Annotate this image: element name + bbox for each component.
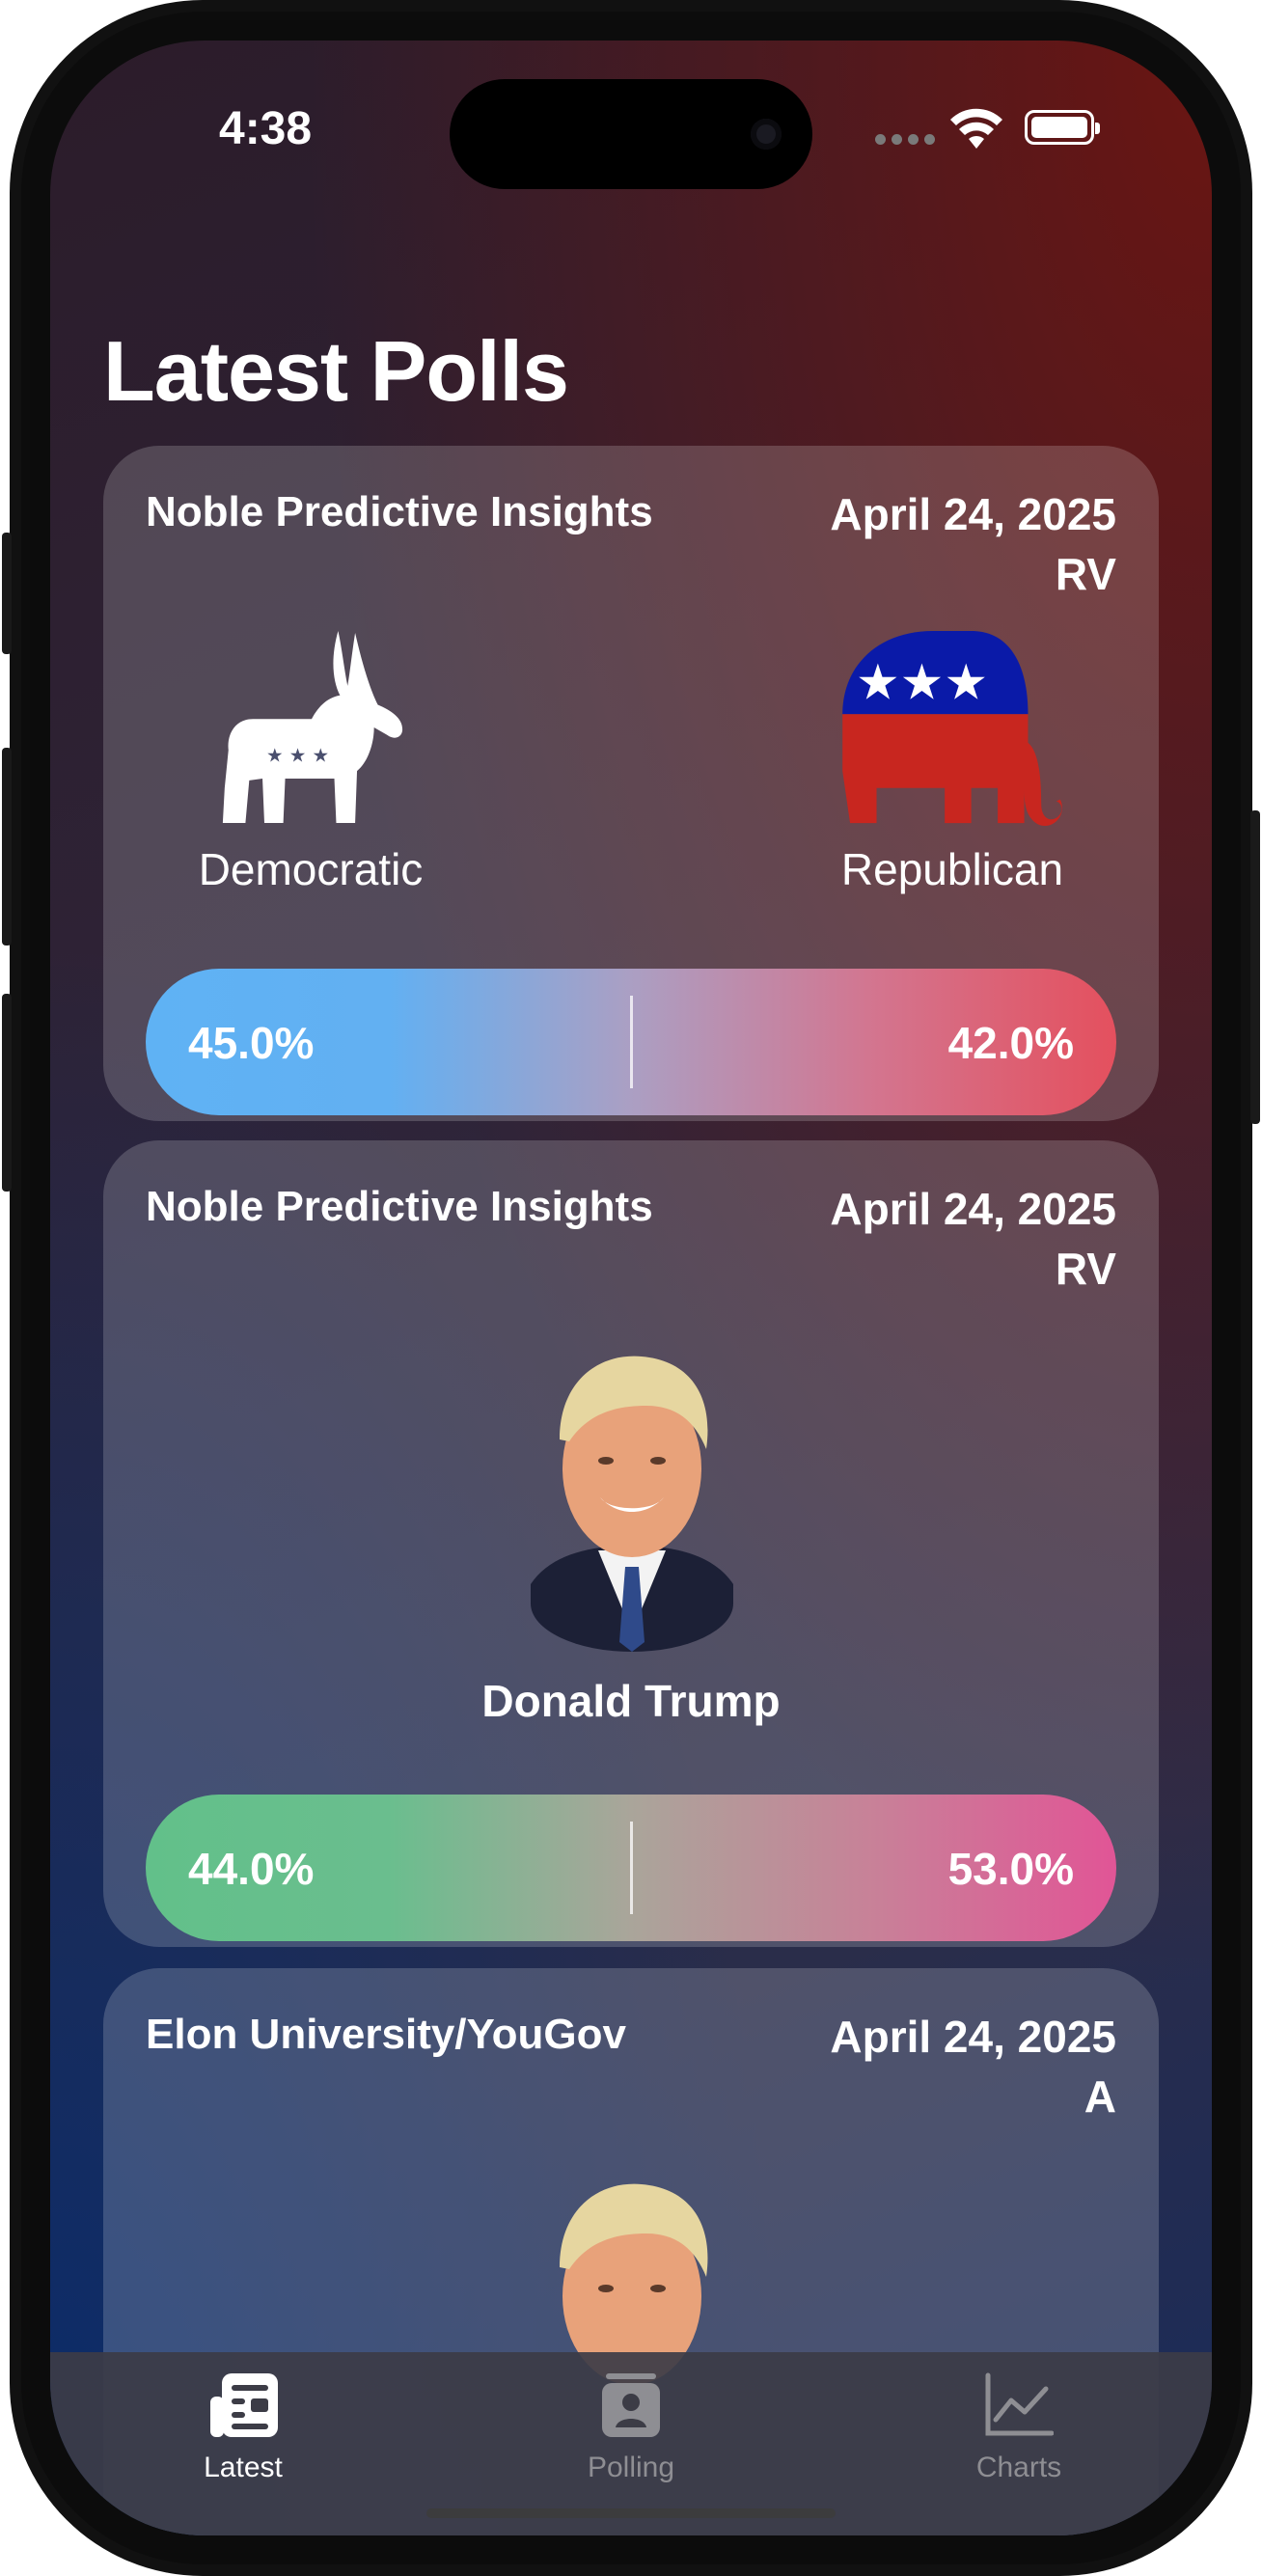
- power-button: [1250, 810, 1260, 1124]
- tab-label: Latest: [204, 2452, 283, 2483]
- person-badge-icon: [602, 2373, 660, 2437]
- left-party-label: Democratic: [198, 844, 424, 894]
- page-title: Latest Polls: [103, 323, 569, 419]
- pollster-name: Elon University/YouGov: [146, 2011, 626, 2058]
- dynamic-island: [450, 79, 812, 189]
- right-percentage: 42.0%: [947, 1018, 1074, 1068]
- newspaper-icon: [210, 2373, 278, 2437]
- right-party-label: Republican: [840, 844, 1064, 894]
- tab-bar: Latest Polling Charts: [50, 2352, 1212, 2535]
- poll-card[interactable]: Noble Predictive Insights April 24, 2025…: [103, 446, 1159, 1121]
- tab-latest[interactable]: Latest: [137, 2371, 349, 2484]
- candidate-name: Donald Trump: [481, 1676, 781, 1726]
- tab-label: Charts: [975, 2452, 1062, 2483]
- tab-charts[interactable]: Charts: [913, 2371, 1125, 2484]
- tab-label: Polling: [587, 2452, 675, 2483]
- poll-card[interactable]: Noble Predictive Insights April 24, 2025…: [103, 1140, 1159, 1947]
- line-chart-icon: [985, 2372, 1055, 2436]
- action-button: [2, 533, 12, 654]
- svg-text:★★★: ★★★: [856, 655, 988, 712]
- app-screen: 4:38 Latest Polls Noble Predictive Insig…: [50, 41, 1212, 2535]
- volume-down-button: [2, 994, 12, 1192]
- poll-population: RV: [1055, 1244, 1116, 1294]
- front-camera: [751, 119, 782, 150]
- candidate-portrait: [531, 1356, 733, 1652]
- wifi-icon: [950, 108, 1002, 149]
- cellular-signal-icon: [875, 134, 935, 145]
- democratic-donkey-icon: ★ ★ ★: [222, 631, 403, 823]
- poll-population: RV: [1055, 549, 1116, 599]
- poll-date: April 24, 2025: [830, 1184, 1116, 1234]
- poll-result-bar: 44.0% 53.0%: [146, 1795, 1116, 1941]
- poll-result-bar: 45.0% 42.0%: [146, 969, 1116, 1115]
- status-time: 4:38: [219, 103, 313, 154]
- bar-divider: [630, 1822, 633, 1914]
- bar-divider: [630, 996, 633, 1088]
- left-percentage: 45.0%: [188, 1018, 315, 1068]
- poll-date: April 24, 2025: [830, 2012, 1116, 2062]
- right-percentage: 53.0%: [947, 1844, 1074, 1894]
- pollster-name: Noble Predictive Insights: [146, 488, 653, 535]
- home-indicator[interactable]: [426, 2508, 836, 2518]
- battery-icon: [1025, 110, 1100, 145]
- pollster-name: Noble Predictive Insights: [146, 1183, 653, 1230]
- svg-text:★ ★ ★: ★ ★ ★: [266, 744, 329, 766]
- volume-up-button: [2, 748, 12, 945]
- left-percentage: 44.0%: [188, 1844, 315, 1894]
- republican-elephant-icon: ★★★: [842, 630, 1062, 827]
- poll-date: April 24, 2025: [830, 489, 1116, 539]
- poll-population: A: [1084, 2071, 1116, 2122]
- tab-polling[interactable]: Polling: [525, 2371, 737, 2484]
